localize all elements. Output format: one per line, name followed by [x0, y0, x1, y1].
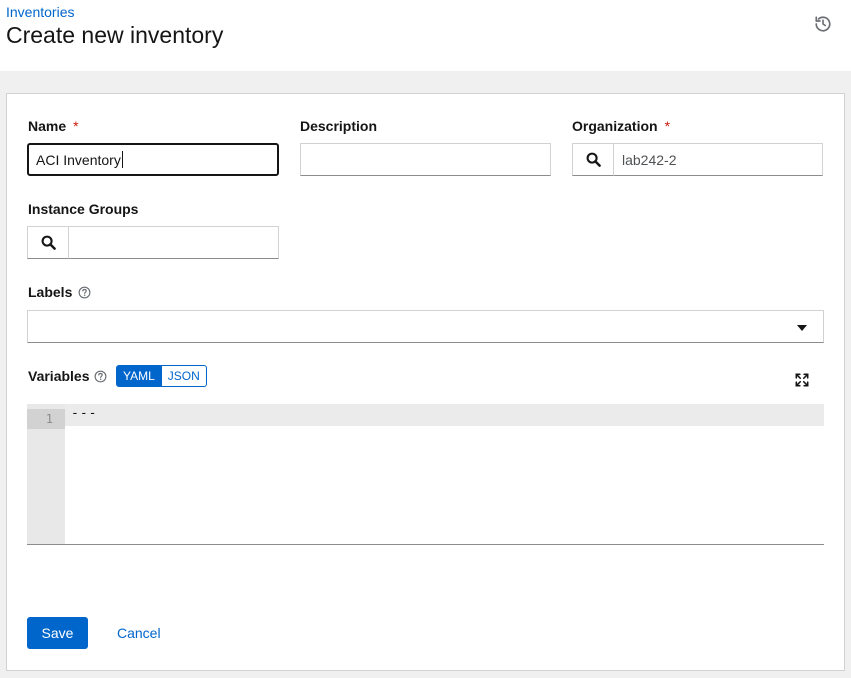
save-button[interactable]: Save: [27, 617, 88, 649]
instance-groups-label-text: Instance Groups: [28, 201, 139, 217]
variables-label-text: Variables: [28, 368, 90, 384]
search-icon: [586, 152, 601, 167]
breadcrumb-inventories[interactable]: Inventories: [6, 4, 74, 20]
description-label: Description: [300, 118, 377, 134]
instance-groups-search-button[interactable]: [27, 226, 69, 259]
name-label: Name *: [28, 118, 79, 134]
history-icon[interactable]: [812, 13, 834, 35]
json-toggle-button[interactable]: JSON: [161, 365, 207, 387]
organization-label-text: Organization: [572, 118, 658, 134]
organization-input[interactable]: lab242-2: [614, 143, 823, 176]
page-header: Inventories Create new inventory: [0, 0, 851, 71]
question-circle-icon[interactable]: [78, 286, 91, 299]
caret-down-icon: [797, 325, 807, 331]
description-label-text: Description: [300, 118, 378, 134]
form-card: Name * ACI Inventory Description Organiz…: [6, 93, 845, 671]
labels-label-text: Labels: [28, 284, 73, 300]
page-title: Create new inventory: [6, 22, 224, 48]
name-label-text: Name: [28, 118, 67, 134]
expand-icon[interactable]: [793, 371, 811, 389]
instance-groups-label: Instance Groups: [28, 201, 138, 217]
variables-mode-toggle: YAML JSON: [116, 365, 207, 387]
organization-input-value: lab242-2: [622, 151, 677, 168]
labels-select[interactable]: [27, 310, 824, 343]
code-line: ---: [71, 406, 98, 421]
yaml-toggle-button[interactable]: YAML: [116, 365, 162, 387]
line-number: 1: [27, 409, 65, 429]
labels-label: Labels: [28, 284, 91, 300]
text-caret: [121, 151, 123, 168]
required-indicator: *: [73, 118, 79, 134]
instance-groups-input[interactable]: [69, 226, 279, 259]
required-indicator: *: [664, 118, 671, 134]
name-input[interactable]: ACI Inventory: [27, 143, 279, 176]
description-input[interactable]: [300, 143, 551, 176]
organization-search-button[interactable]: [572, 143, 614, 176]
search-icon: [41, 235, 56, 250]
variables-label: Variables: [28, 368, 107, 384]
variables-code-editor[interactable]: 1 ---: [27, 404, 824, 545]
name-input-value: ACI Inventory: [36, 151, 121, 168]
cancel-button[interactable]: Cancel: [117, 617, 161, 649]
question-circle-icon[interactable]: [94, 370, 107, 383]
organization-label: Organization *: [572, 118, 670, 134]
active-line-highlight: [65, 404, 824, 426]
